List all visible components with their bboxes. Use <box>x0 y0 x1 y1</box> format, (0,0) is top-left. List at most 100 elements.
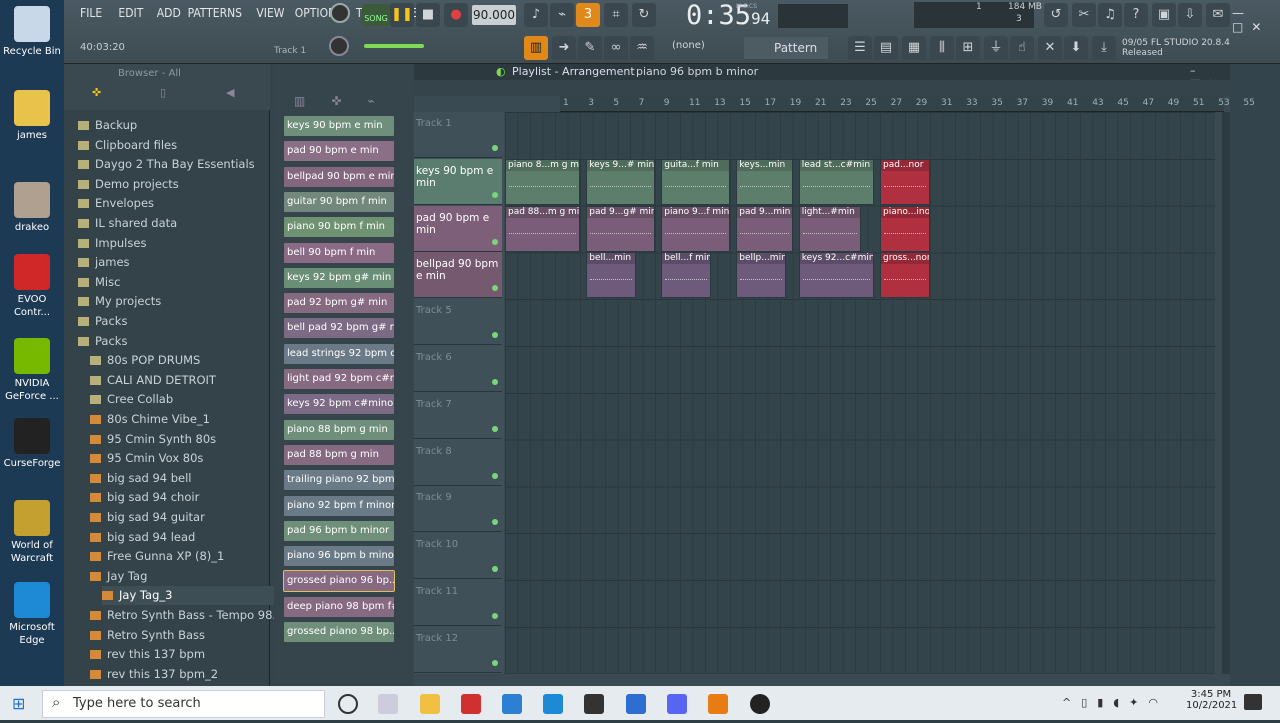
collapse-icon[interactable]: ✜ <box>92 86 101 99</box>
touch-icon[interactable]: ☝ <box>1010 36 1034 60</box>
browser-item[interactable]: My projects <box>78 292 268 311</box>
browser-item[interactable]: Jay Tag <box>90 567 280 586</box>
track-enable-led[interactable] <box>492 659 498 666</box>
taskbar-clock[interactable]: 3:45 PM 10/2/2021 <box>1186 689 1237 711</box>
channel-button[interactable]: guitar 90 bpm f min <box>284 191 394 212</box>
menu-item[interactable]: VIEW <box>256 6 284 20</box>
browser-item[interactable]: big sad 94 bell <box>90 469 280 488</box>
channel-button[interactable]: deep piano 98 bpm f#... <box>284 596 394 617</box>
audio-clip[interactable]: bell...f min <box>661 252 712 299</box>
browser-item[interactable]: Packs <box>78 332 268 351</box>
menu-item[interactable]: FILE <box>80 6 102 20</box>
track-enable-led[interactable] <box>492 472 498 479</box>
track-header[interactable]: pad 90 bpm e min <box>414 205 502 252</box>
track-enable-led[interactable] <box>492 285 498 292</box>
browser-item[interactable]: big sad 94 choir <box>90 488 280 507</box>
wait-input-icon[interactable]: ⌁ <box>550 3 574 27</box>
browser-item[interactable]: 80s Chime Vibe_1 <box>90 410 280 429</box>
browser-item[interactable]: Retro Synth Bass - Tempo 98.0_3 <box>90 606 280 625</box>
speaker-icon[interactable]: ◀ <box>226 86 234 99</box>
arrangement-grid[interactable]: piano 8...m g min keys 9...# min guita...f… <box>505 112 1215 674</box>
brush-icon[interactable]: ✎ <box>578 36 602 60</box>
track-header[interactable]: keys 90 bpm e min <box>414 158 502 205</box>
browser-item[interactable]: Envelopes <box>78 194 268 213</box>
audio-clip[interactable]: pad 88...m g min <box>505 205 580 252</box>
track-enable-led[interactable] <box>492 613 498 619</box>
browser-item[interactable]: Retro Synth Bass <box>90 626 280 645</box>
store-icon[interactable] <box>584 694 604 714</box>
plugin-icon[interactable]: ⏚ <box>984 36 1008 60</box>
track-header[interactable]: Track 6 <box>414 346 502 392</box>
save-icon[interactable]: ▣ <box>1152 3 1176 27</box>
desktop-icon[interactable]: drakeo <box>0 182 64 234</box>
track-header[interactable]: Track 1 <box>414 112 502 158</box>
browser-item[interactable]: 80s POP DRUMS <box>90 351 280 370</box>
timeline-ruler[interactable]: 1 3 5 7 9 11 13 15 17 19 21 23 25 27 29 31 33 35 37 39 41 43 4… <box>560 96 1255 112</box>
track-enable-led[interactable] <box>492 566 498 573</box>
browser-item[interactable]: Demo projects <box>78 175 268 194</box>
browser-item[interactable]: Impulses <box>78 234 268 253</box>
browser-item[interactable]: big sad 94 lead <box>90 528 280 547</box>
tempo-display[interactable]: 90.000 <box>472 5 516 25</box>
countdown-icon[interactable]: 3 <box>576 3 600 27</box>
song-mode-toggle[interactable]: SONG <box>362 4 390 26</box>
audio-clip[interactable]: light...#min <box>798 205 862 252</box>
snap-icon[interactable]: ▥ <box>524 36 548 60</box>
channel-button[interactable]: pad 92 bpm g# min <box>284 293 394 314</box>
task-view-icon[interactable] <box>378 694 398 714</box>
audio-clip[interactable]: guita...f min <box>661 158 730 205</box>
loop-record-icon[interactable]: ↻ <box>632 3 656 27</box>
browser-item[interactable]: Backup <box>78 116 268 135</box>
chat-icon[interactable]: ✉ <box>1206 3 1230 27</box>
track-enable-led[interactable] <box>492 191 498 198</box>
fl-studio-taskbar-icon[interactable] <box>708 694 728 714</box>
playlist-icon[interactable]: ☰ <box>848 36 872 60</box>
track-enable-led[interactable] <box>492 145 498 151</box>
track-header[interactable]: Track 12 <box>414 627 502 673</box>
edge-icon[interactable] <box>543 694 563 714</box>
desktop-icon[interactable]: EVOO Contr... <box>0 254 64 319</box>
channel-button[interactable]: keys 92 bpm c#minor <box>284 394 394 415</box>
news-panel[interactable]: 09/05 FL STUDIO 20.8.4 Released <box>1122 38 1230 58</box>
mixer-icon[interactable]: ⫼ <box>930 36 954 60</box>
channel-button[interactable]: bell 90 bpm f min <box>284 242 394 263</box>
step-edit-icon[interactable]: ⌗ <box>604 3 628 27</box>
browser-item[interactable]: Misc <box>78 273 268 292</box>
cortana-icon[interactable] <box>338 694 358 714</box>
browser-icon[interactable]: ⊞ <box>956 36 980 60</box>
channel-button[interactable]: grossed piano 98 bp... <box>284 622 394 642</box>
channel-button[interactable]: pad 96 bpm b minor <box>284 520 394 541</box>
browser-item[interactable]: Clipboard files <box>78 136 268 155</box>
desktop-icon[interactable]: NVIDIA GeForce ... <box>0 338 64 403</box>
desktop-icon[interactable]: Recycle Bin <box>0 6 64 58</box>
track-header[interactable]: Track 7 <box>414 393 502 439</box>
audio-clip[interactable]: keys...min <box>736 158 793 205</box>
master-pitch-knob[interactable] <box>329 36 349 56</box>
chrome-icon[interactable] <box>461 694 481 714</box>
master-volume-slider[interactable] <box>364 44 424 48</box>
metronome-knob[interactable] <box>330 3 350 23</box>
menu-item[interactable]: EDIT <box>118 6 143 20</box>
link-icon[interactable]: ∞ <box>604 36 628 60</box>
channel-button[interactable]: trailing piano 92 bpm... <box>284 470 394 491</box>
browser-item[interactable]: Cree Collab <box>90 390 280 409</box>
channel-button[interactable]: piano 90 bpm f min <box>284 217 394 238</box>
track-enable-led[interactable] <box>492 238 498 245</box>
stop-button[interactable]: ■ <box>416 3 440 27</box>
pattern-selector[interactable]: Pattern 1 <box>744 37 828 77</box>
channel-button[interactable]: piano 96 bpm b minor <box>284 546 394 567</box>
mic-icon[interactable]: ♫ <box>1098 3 1122 27</box>
arrow-icon[interactable]: ➜ <box>552 36 576 60</box>
taskbar-search[interactable]: Type here to search <box>42 690 325 718</box>
audio-clip[interactable]: pad...nor <box>880 158 930 205</box>
cut-icon[interactable]: ✂ <box>1072 3 1096 27</box>
track-header[interactable]: Track 9 <box>414 486 502 533</box>
file-icon[interactable]: ▯ <box>160 86 166 99</box>
audio-clip[interactable]: piano 8...m g min <box>505 158 580 205</box>
playlist-scrollbar[interactable] <box>1222 112 1230 674</box>
menu-item[interactable]: ADD <box>157 6 181 20</box>
steam-icon[interactable] <box>750 694 770 714</box>
play-button[interactable]: ❚❚ <box>390 3 414 27</box>
channel-button[interactable]: piano 92 bpm f minor <box>284 495 394 516</box>
channel-rack-icon[interactable]: ▦ <box>902 36 926 60</box>
